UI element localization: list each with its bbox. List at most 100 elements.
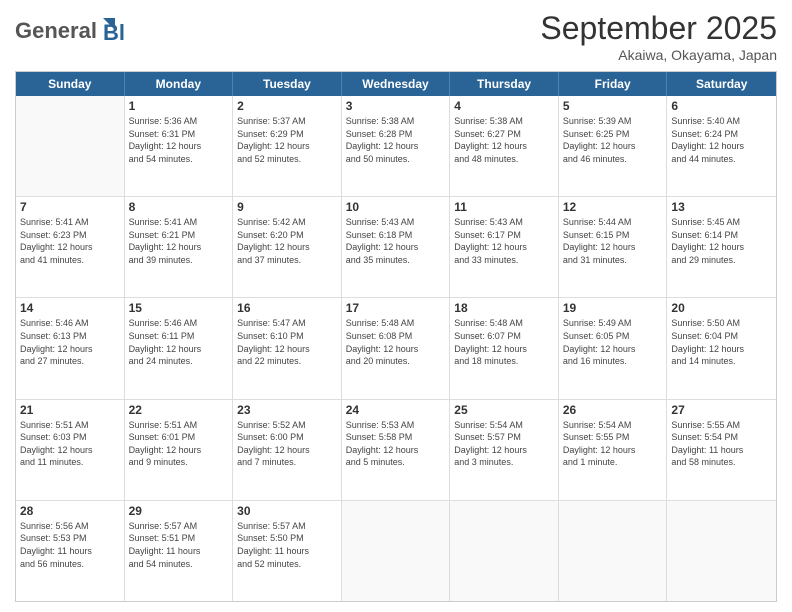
cell-info-line: Daylight: 11 hours: [129, 545, 229, 558]
weekday-header-saturday: Saturday: [667, 72, 776, 96]
day-number: 19: [563, 301, 663, 315]
calendar-cell: 17Sunrise: 5:48 AMSunset: 6:08 PMDayligh…: [342, 298, 451, 398]
cell-info-line: Sunrise: 5:36 AM: [129, 115, 229, 128]
day-number: 10: [346, 200, 446, 214]
logo: General Blue: [15, 10, 125, 55]
logo-general-text: General Blue: [15, 10, 125, 55]
cell-info-line: and 54 minutes.: [129, 558, 229, 571]
cell-info-line: Sunset: 6:11 PM: [129, 330, 229, 343]
cell-info-line: and 22 minutes.: [237, 355, 337, 368]
day-number: 23: [237, 403, 337, 417]
cell-info-line: Daylight: 12 hours: [454, 444, 554, 457]
cell-info-line: Sunrise: 5:41 AM: [20, 216, 120, 229]
cell-info-line: and 46 minutes.: [563, 153, 663, 166]
cell-info-line: Sunrise: 5:49 AM: [563, 317, 663, 330]
day-number: 15: [129, 301, 229, 315]
cell-info-line: Daylight: 12 hours: [237, 343, 337, 356]
cell-info-line: Sunset: 6:23 PM: [20, 229, 120, 242]
cell-info-line: Sunset: 5:53 PM: [20, 532, 120, 545]
cell-info-line: Daylight: 12 hours: [346, 140, 446, 153]
calendar-cell: 16Sunrise: 5:47 AMSunset: 6:10 PMDayligh…: [233, 298, 342, 398]
day-number: 6: [671, 99, 772, 113]
calendar-row-3: 14Sunrise: 5:46 AMSunset: 6:13 PMDayligh…: [16, 298, 776, 399]
cell-info-line: and 37 minutes.: [237, 254, 337, 267]
cell-info-line: Sunset: 5:58 PM: [346, 431, 446, 444]
calendar-row-4: 21Sunrise: 5:51 AMSunset: 6:03 PMDayligh…: [16, 400, 776, 501]
cell-info-line: Sunrise: 5:54 AM: [454, 419, 554, 432]
weekday-header-thursday: Thursday: [450, 72, 559, 96]
cell-info-line: Daylight: 12 hours: [237, 140, 337, 153]
cell-info-line: Sunset: 6:18 PM: [346, 229, 446, 242]
calendar-cell: 21Sunrise: 5:51 AMSunset: 6:03 PMDayligh…: [16, 400, 125, 500]
cell-info-line: Sunset: 6:00 PM: [237, 431, 337, 444]
cell-info-line: Daylight: 12 hours: [129, 241, 229, 254]
cell-info-line: and 39 minutes.: [129, 254, 229, 267]
cell-info-line: and 41 minutes.: [20, 254, 120, 267]
cell-info-line: Sunset: 6:28 PM: [346, 128, 446, 141]
cell-info-line: and 20 minutes.: [346, 355, 446, 368]
calendar-cell: 19 Sunrise: 5:49 AMSunset: 6:05 PMDayligh…: [559, 298, 668, 398]
cell-info-line: Sunrise: 5:57 AM: [129, 520, 229, 533]
cell-info-line: Daylight: 12 hours: [563, 444, 663, 457]
cell-info-line: and 33 minutes.: [454, 254, 554, 267]
calendar-cell: 27Sunrise: 5:55 AMSunset: 5:54 PMDayligh…: [667, 400, 776, 500]
day-number: 20: [671, 301, 772, 315]
calendar-cell: 6Sunrise: 5:40 AMSunset: 6:24 PMDaylight…: [667, 96, 776, 196]
cell-info-line: Sunset: 5:57 PM: [454, 431, 554, 444]
cell-info-line: Sunrise: 5:40 AM: [671, 115, 772, 128]
calendar-cell: 12Sunrise: 5:44 AMSunset: 6:15 PMDayligh…: [559, 197, 668, 297]
cell-info-line: Sunset: 6:03 PM: [20, 431, 120, 444]
calendar-cell: 11Sunrise: 5:43 AMSunset: 6:17 PMDayligh…: [450, 197, 559, 297]
day-number: 9: [237, 200, 337, 214]
cell-info-line: Daylight: 12 hours: [129, 140, 229, 153]
cell-info-line: and 52 minutes.: [237, 153, 337, 166]
cell-info-line: Daylight: 12 hours: [563, 343, 663, 356]
weekday-header-sunday: Sunday: [16, 72, 125, 96]
cell-info-line: Sunrise: 5:52 AM: [237, 419, 337, 432]
cell-info-line: and 56 minutes.: [20, 558, 120, 571]
day-number: 1: [129, 99, 229, 113]
calendar-cell: 22Sunrise: 5:51 AMSunset: 6:01 PMDayligh…: [125, 400, 234, 500]
cell-info-line: Daylight: 11 hours: [237, 545, 337, 558]
calendar-header: SundayMondayTuesdayWednesdayThursdayFrid…: [16, 72, 776, 96]
cell-info-line: and 11 minutes.: [20, 456, 120, 469]
cell-info-line: Sunrise: 5:50 AM: [671, 317, 772, 330]
cell-info-line: Daylight: 12 hours: [129, 343, 229, 356]
calendar-cell: 1Sunrise: 5:36 AMSunset: 6:31 PMDaylight…: [125, 96, 234, 196]
cell-info-line: Sunset: 6:29 PM: [237, 128, 337, 141]
calendar-cell: [559, 501, 668, 601]
weekday-header-tuesday: Tuesday: [233, 72, 342, 96]
calendar-cell: 18Sunrise: 5:48 AMSunset: 6:07 PMDayligh…: [450, 298, 559, 398]
day-number: 24: [346, 403, 446, 417]
cell-info-line: Daylight: 12 hours: [671, 343, 772, 356]
calendar-row-5: 28Sunrise: 5:56 AMSunset: 5:53 PMDayligh…: [16, 501, 776, 601]
cell-info-line: Sunrise: 5:54 AM: [563, 419, 663, 432]
cell-info-line: Sunrise: 5:37 AM: [237, 115, 337, 128]
day-number: 3: [346, 99, 446, 113]
cell-info-line: Daylight: 11 hours: [20, 545, 120, 558]
cell-info-line: Sunset: 6:05 PM: [563, 330, 663, 343]
cell-info-line: Daylight: 12 hours: [237, 444, 337, 457]
cell-info-line: and 27 minutes.: [20, 355, 120, 368]
cell-info-line: Daylight: 11 hours: [671, 444, 772, 457]
cell-info-line: Sunset: 6:24 PM: [671, 128, 772, 141]
cell-info-line: and 7 minutes.: [237, 456, 337, 469]
cell-info-line: Daylight: 12 hours: [454, 343, 554, 356]
day-number: 12: [563, 200, 663, 214]
day-number: 8: [129, 200, 229, 214]
cell-info-line: Sunrise: 5:43 AM: [454, 216, 554, 229]
day-number: 11: [454, 200, 554, 214]
cell-info-line: Sunset: 6:13 PM: [20, 330, 120, 343]
calendar-cell: 5Sunrise: 5:39 AMSunset: 6:25 PMDaylight…: [559, 96, 668, 196]
cell-info-line: Sunset: 5:55 PM: [563, 431, 663, 444]
calendar-cell: 3Sunrise: 5:38 AMSunset: 6:28 PMDaylight…: [342, 96, 451, 196]
svg-text:Blue: Blue: [103, 20, 125, 45]
calendar-cell: 24Sunrise: 5:53 AMSunset: 5:58 PMDayligh…: [342, 400, 451, 500]
day-number: 14: [20, 301, 120, 315]
cell-info-line: Daylight: 12 hours: [129, 444, 229, 457]
cell-info-line: Sunset: 6:01 PM: [129, 431, 229, 444]
cell-info-line: and 1 minute.: [563, 456, 663, 469]
cell-info-line: and 31 minutes.: [563, 254, 663, 267]
cell-info-line: Sunrise: 5:41 AM: [129, 216, 229, 229]
cell-info-line: Sunset: 6:17 PM: [454, 229, 554, 242]
